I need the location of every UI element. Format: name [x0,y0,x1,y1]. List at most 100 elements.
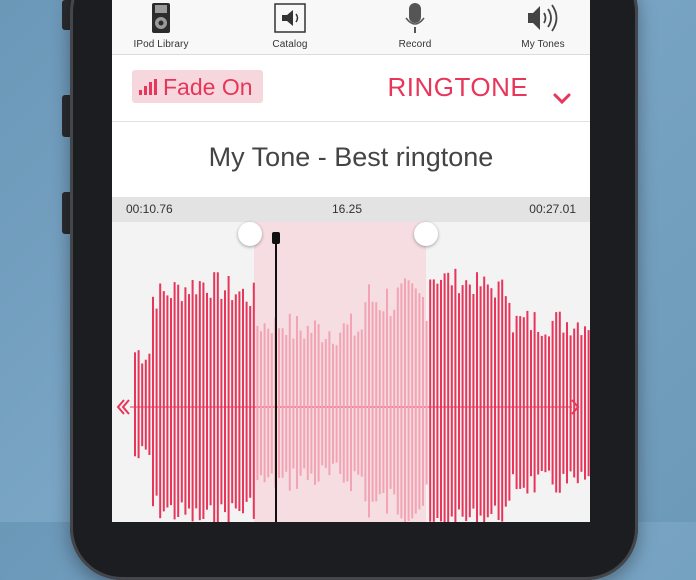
waveform-bar [396,287,399,515]
waveform-bar [231,300,234,504]
waveform-bar [414,288,417,514]
waveform-bar [400,283,403,519]
waveform-bar [476,272,478,522]
waveform-bar [173,282,176,520]
waveform-bar [234,294,237,509]
waveform-bar [137,350,140,459]
scroll-left-icon[interactable] [116,398,130,416]
waveform-bar [191,280,194,522]
microphone-icon [365,2,465,34]
waveform-bar [314,320,316,485]
waveform-bar [429,279,432,522]
waveform-bar [285,335,288,472]
waveform-bar [404,278,406,522]
waveform-bar [407,280,410,521]
waveform-bar [317,324,320,482]
tone-title: My Tone - Best ringtone [208,142,494,172]
waveform-bar [425,320,428,485]
waveform-bar [548,336,550,471]
waveform-bar [267,328,270,478]
waveform-bar [184,287,187,515]
waveform-bar [537,331,540,475]
waveform-bar [540,335,543,471]
tab-label: IPod Library [133,39,189,50]
waveform-bar [213,272,216,522]
waveform-bar [375,302,378,502]
waveform-bar [411,283,414,519]
waveform-bar [566,322,568,484]
waveform-bar [155,308,158,496]
scroll-right-icon[interactable] [570,398,584,416]
waveform-bar [310,332,313,474]
selection-end-handle[interactable] [414,222,438,246]
waveform-bar [353,335,356,472]
waveform-bar [242,288,244,514]
waveform-bar [422,297,424,506]
waveform-bar [458,293,460,510]
tab-record[interactable]: Record [365,0,465,54]
speaker-box-icon [240,2,340,34]
waveform-bar [389,316,392,489]
waveform-bar [530,330,532,477]
waveform-bar [328,331,331,476]
waveform-bar [299,330,302,476]
waveform-bar [350,313,352,492]
waveform [130,268,590,522]
waveform-bar [378,310,381,495]
waveform-bar [393,309,396,495]
waveform-bar [206,292,208,510]
tab-ipod-library[interactable]: IPod Library [112,0,211,54]
waveform-bar [522,317,525,488]
waveform-bar [562,332,565,474]
waveform-bar [483,276,486,522]
waveform-bar [501,279,504,522]
waveform-bar [371,301,374,502]
waveform-bar [357,331,360,475]
fade-label: Fade On [163,74,253,100]
mode-label: RINGTONE [387,72,529,102]
waveform-bar [555,312,558,493]
waveform-bar [533,312,536,493]
waveform-bar [432,279,435,522]
waveform-bar [364,302,367,502]
waveform-editor[interactable] [112,222,590,522]
waveform-bar [209,297,212,506]
waveform-bar [544,334,547,473]
time-bar: 00:10.76 16.25 00:27.01 [112,197,590,222]
tab-label: Catalog [272,39,308,50]
waveform-bar [263,323,266,483]
selection-start-handle[interactable] [238,222,262,246]
waveform-bar [216,272,219,522]
waveform-bar [587,330,590,477]
waveform-bar [270,333,273,474]
mode-selector[interactable]: RINGTONE [387,72,573,105]
waveform-bar [224,290,226,513]
waveform-bar [465,280,468,522]
speaker-waves-icon [493,2,590,34]
waveform-bar [440,280,442,522]
waveform-bar [368,284,370,518]
tab-label: Record [398,39,432,50]
waveform-bar [526,310,529,494]
waveform-bar [198,281,201,521]
waveform-bar [281,328,284,478]
waveform-bar [152,296,154,507]
signal-bars-icon [139,79,157,95]
waveform-bar [558,311,561,493]
tab-my-tones[interactable]: My Tones [493,0,590,54]
waveform-bar [494,297,496,506]
waveform-bar [519,316,522,489]
waveform-bar [245,301,248,502]
waveform-bar [332,343,334,464]
waveform-bar [288,313,291,491]
current-time: 16.25 [332,202,363,216]
waveform-bar [508,302,511,501]
fade-toggle-button[interactable]: Fade On [132,70,263,103]
waveform-bar [144,359,147,450]
divider [112,121,590,122]
tab-catalog[interactable]: Catalog [240,0,340,54]
waveform-bar [479,286,482,516]
waveform-bar [292,338,295,469]
waveform-bar [166,295,169,508]
waveform-bar [443,273,446,522]
